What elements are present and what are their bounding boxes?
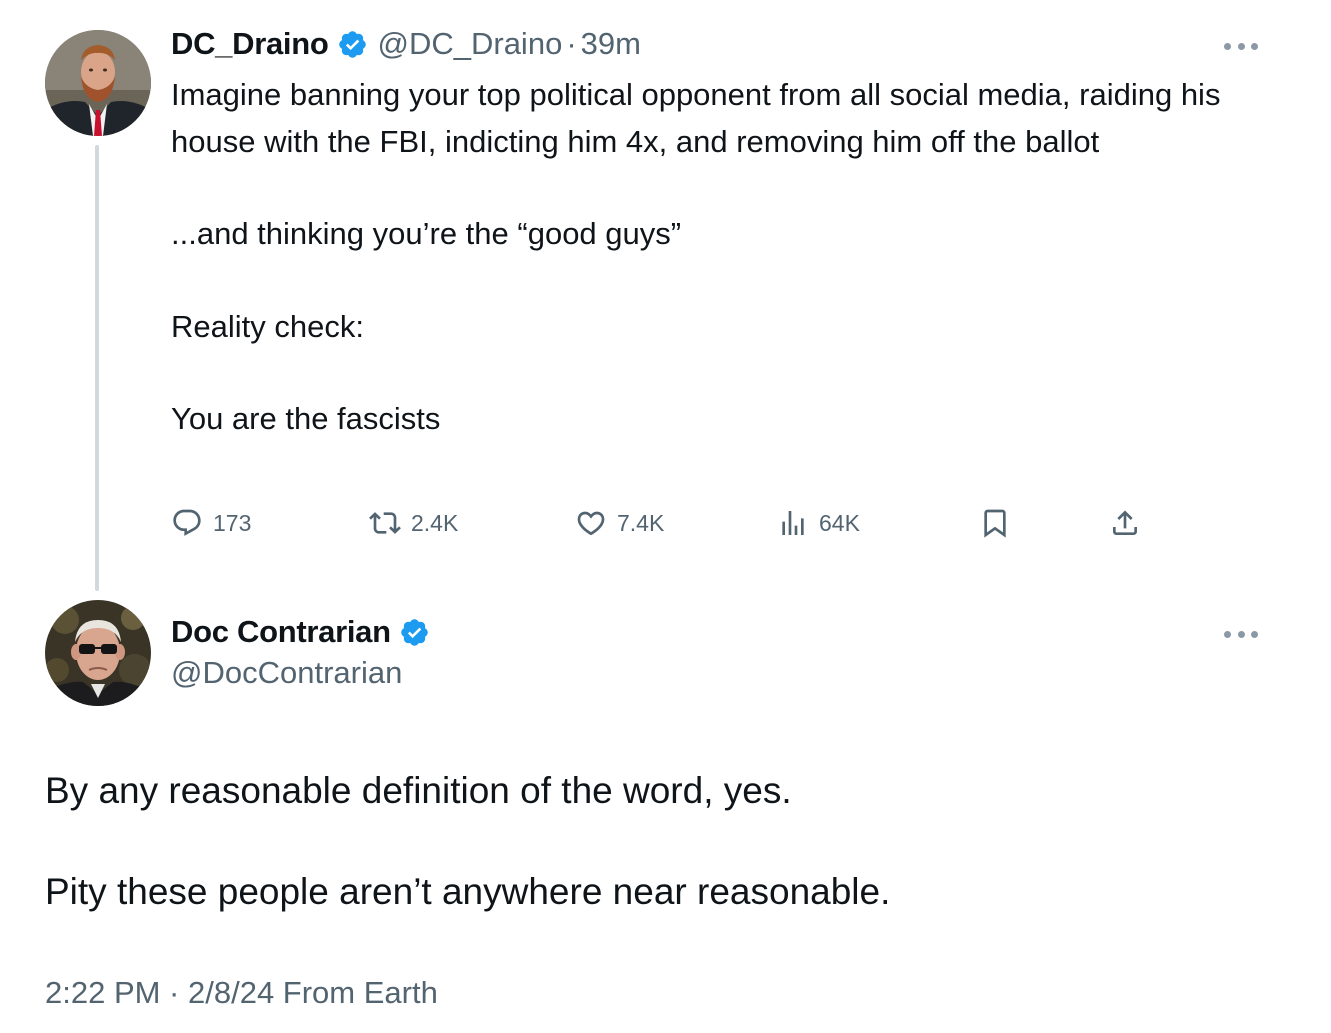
views-count: 64K: [819, 509, 860, 536]
doc-contrarian-avatar[interactable]: [45, 600, 151, 706]
reply-paragraph: By any reasonable definition of the word…: [45, 770, 792, 811]
reply-icon: [173, 509, 201, 536]
repost-icon: [369, 512, 401, 534]
thread-connector-line: [95, 145, 99, 591]
views-button[interactable]: 64K: [777, 503, 860, 543]
share-button[interactable]: [1109, 503, 1151, 543]
reply-tweet-header: Doc Contrarian: [171, 614, 430, 650]
repost-button[interactable]: 2.4K: [369, 503, 458, 543]
reply-display-name[interactable]: Doc Contrarian: [171, 614, 391, 650]
reply-tweet-text: By any reasonable definition of the word…: [45, 765, 1285, 918]
repost-count: 2.4K: [411, 509, 459, 536]
heart-icon: [577, 511, 605, 536]
reply-button[interactable]: 173: [171, 503, 251, 543]
views-chart-icon: [782, 511, 804, 535]
reply-count: 173: [213, 509, 252, 536]
dc-draino-avatar[interactable]: [45, 30, 151, 136]
more-options-icon[interactable]: [1224, 41, 1258, 51]
tweet-paragraph: Reality check:: [171, 308, 364, 344]
bookmark-icon: [984, 509, 1006, 538]
original-handle[interactable]: @DC_Draino: [378, 26, 563, 62]
more-options-icon[interactable]: [1224, 629, 1258, 639]
separator-dot: ·: [566, 26, 577, 61]
original-tweet-text: Imagine banning your top political oppon…: [171, 72, 1251, 443]
share-icon: [1113, 510, 1137, 535]
original-tweet-header: DC_Draino @DC_Draino · 39m: [171, 26, 641, 62]
like-button[interactable]: 7.4K: [575, 503, 664, 543]
bookmark-button[interactable]: [979, 503, 1021, 543]
reply-timestamp[interactable]: 2:22 PM · 2/8/24 From Earth: [45, 975, 438, 1011]
original-display-name[interactable]: DC_Draino: [171, 26, 329, 62]
original-timestamp[interactable]: 39m: [581, 26, 641, 62]
reply-handle[interactable]: @DocContrarian: [171, 655, 402, 691]
tweet-paragraph: Imagine banning your top political oppon…: [171, 77, 1221, 159]
tweet-paragraph: You are the fascists: [171, 401, 441, 436]
verified-badge-icon: [337, 29, 368, 60]
reply-paragraph: Pity these people aren’t anywhere near r…: [45, 871, 891, 912]
tweet-paragraph: ...and thinking you’re the “good guys”: [171, 216, 682, 251]
like-count: 7.4K: [617, 509, 665, 536]
verified-badge-icon: [399, 617, 430, 648]
